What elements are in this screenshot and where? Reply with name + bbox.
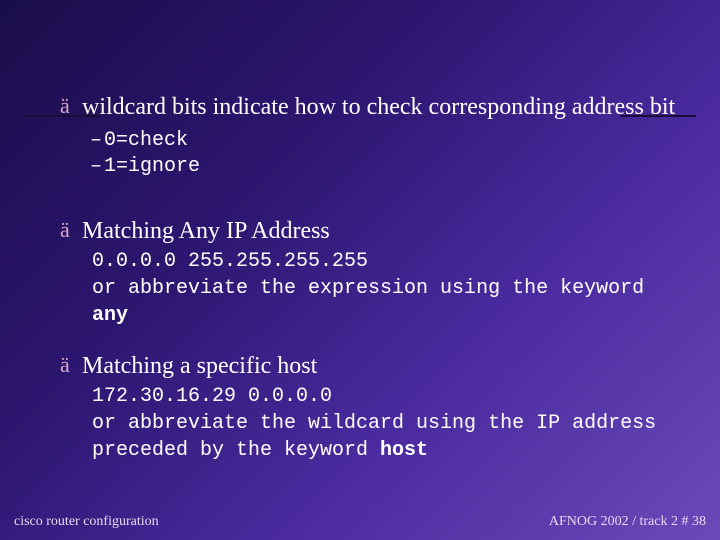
bullet-3-text: Matching a specific host bbox=[82, 351, 317, 381]
slide-content: ä wildcard bits indicate how to check co… bbox=[0, 0, 720, 464]
bullet-2: ä Matching Any IP Address 0.0.0.0 255.25… bbox=[60, 216, 684, 329]
footer-left: cisco router configuration bbox=[14, 514, 159, 530]
bullet-2-text: Matching Any IP Address bbox=[82, 216, 330, 246]
bullet-1-text: wildcard bits indicate how to check corr… bbox=[82, 94, 675, 120]
arrow-icon: ä bbox=[60, 351, 82, 379]
decor-line-left bbox=[24, 115, 100, 117]
bullet-1-sub1: –0=check bbox=[90, 128, 684, 154]
bullet-2-code: 0.0.0.0 255.255.255.255 or abbreviate th… bbox=[92, 248, 684, 329]
footer-right: AFNOG 2002 / track 2 # 38 bbox=[549, 514, 706, 530]
footer: cisco router configuration AFNOG 2002 / … bbox=[14, 514, 706, 530]
bullet-3-code: 172.30.16.29 0.0.0.0 or abbreviate the w… bbox=[92, 383, 684, 464]
bullet-1: ä wildcard bits indicate how to check co… bbox=[60, 92, 684, 180]
decor-line-right bbox=[620, 115, 696, 117]
arrow-icon: ä bbox=[60, 216, 82, 244]
bullet-3: ä Matching a specific host 172.30.16.29 … bbox=[60, 351, 684, 464]
bullet-1-sub2: –1=ignore bbox=[90, 154, 684, 180]
